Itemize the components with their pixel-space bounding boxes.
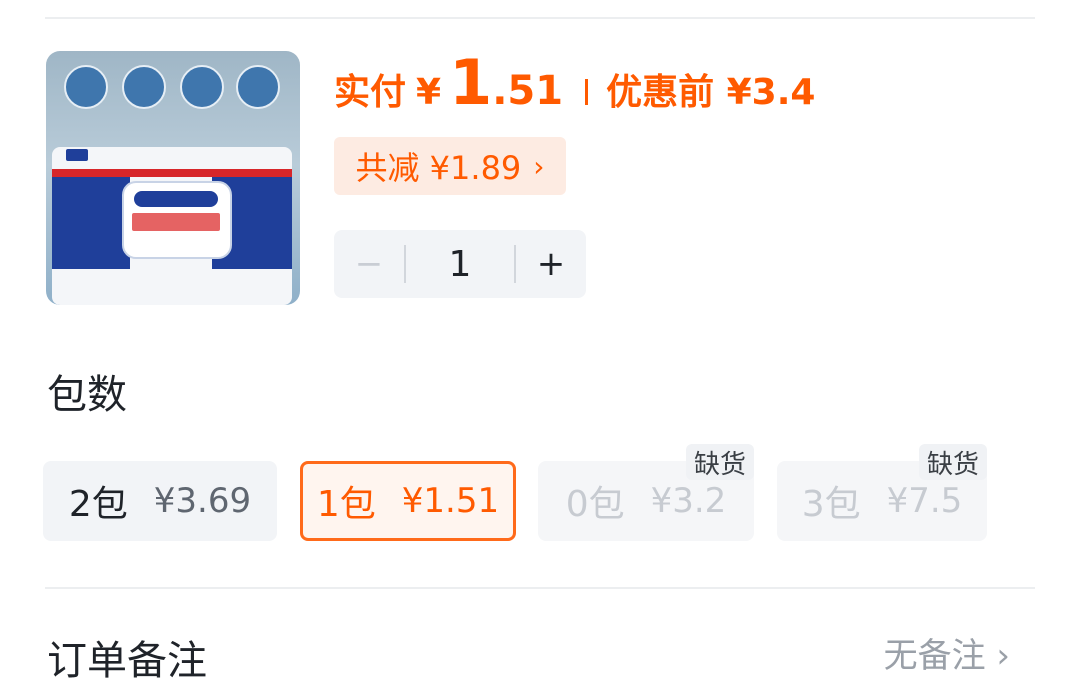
pay-label: 实付: [334, 72, 407, 113]
discount-label: 共减 ¥1.89: [355, 149, 522, 187]
option-price: ¥1.51: [401, 481, 500, 521]
increment-button[interactable]: +: [516, 244, 586, 284]
out-of-stock-badge: 缺货: [918, 444, 987, 480]
out-of-stock-badge: 缺货: [685, 444, 754, 480]
flask-icon: [64, 65, 108, 109]
original-price: 优惠前 ¥3.4: [606, 72, 816, 113]
option-0-packs: 0包 ¥3.2 缺货: [538, 444, 754, 541]
price-integer: 1: [449, 46, 493, 119]
order-note-label: 订单备注: [47, 638, 207, 684]
price-separator: [585, 79, 589, 105]
price-decimal: .51: [492, 68, 564, 114]
currency-symbol: ¥: [416, 72, 442, 113]
germ-icon: [122, 65, 166, 109]
product-image[interactable]: [46, 51, 300, 305]
quantity-stepper[interactable]: − 1 +: [334, 230, 586, 298]
option-name: 3包: [801, 484, 861, 525]
top-divider: [45, 17, 1035, 19]
option-price: ¥3.2: [650, 481, 727, 521]
droplet-icon: [180, 65, 224, 109]
option-2-packs[interactable]: 2包 ¥3.69: [43, 461, 277, 541]
decrement-button[interactable]: −: [334, 244, 404, 284]
wipes-package: [52, 147, 292, 305]
option-price: ¥7.5: [886, 481, 963, 521]
fabric-icon: [236, 65, 280, 109]
discount-badge[interactable]: 共减 ¥1.89 ›: [334, 137, 566, 195]
price-line: 实付 ¥ 1 .51 优惠前 ¥3.4: [334, 46, 815, 126]
section-divider: [45, 587, 1035, 589]
section-title: 包数: [47, 372, 127, 418]
option-price: ¥3.69: [153, 481, 252, 521]
option-name: 0包: [565, 484, 625, 525]
option-name: 2包: [68, 484, 128, 525]
chevron-right-icon: ›: [533, 149, 545, 183]
order-note-value[interactable]: 无备注 ›: [884, 628, 1010, 677]
quantity-value[interactable]: 1: [406, 244, 514, 285]
option-3-packs: 3包 ¥7.5 缺货: [777, 444, 987, 541]
option-1-pack[interactable]: 1包 ¥1.51: [300, 461, 516, 541]
option-name: 1包: [316, 484, 376, 525]
